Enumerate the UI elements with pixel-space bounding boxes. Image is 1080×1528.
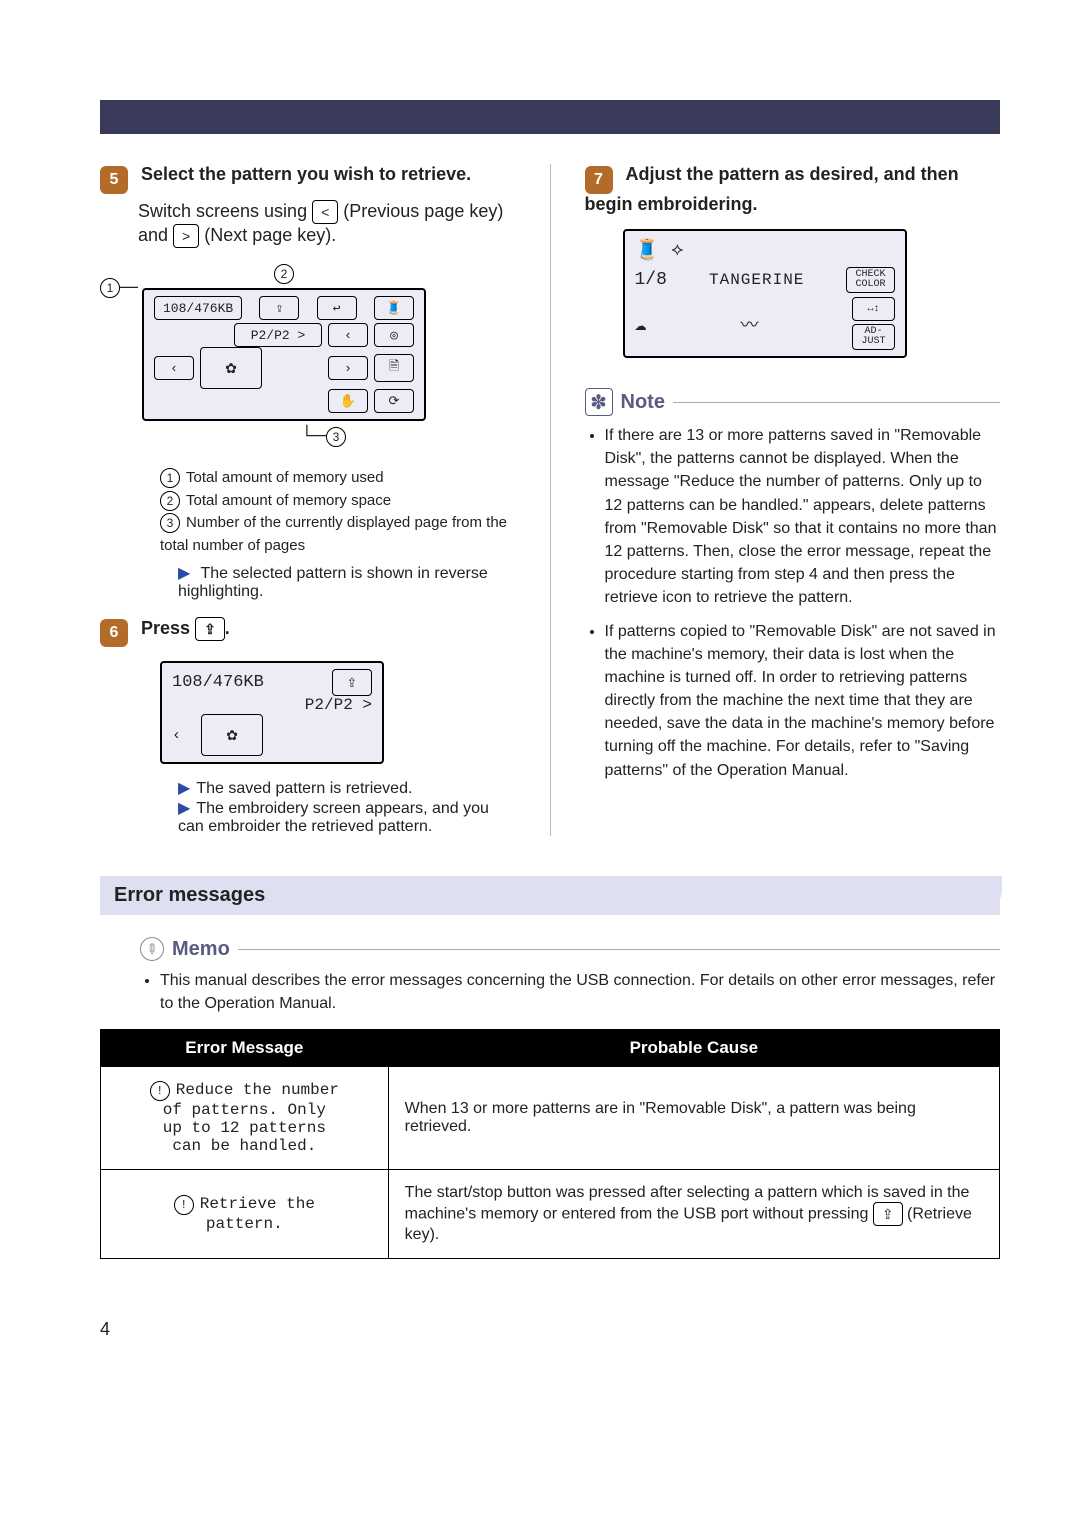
legend-3-icon: 3 [160,513,180,533]
error-cause-2: The start/stop button was pressed after … [388,1170,999,1259]
note-list: If there are 13 or more patterns saved i… [585,424,1001,782]
rotate-icon: ⟳ [374,389,414,413]
memory-icon: 🗎 [374,354,414,382]
legend-2: Total amount of memory space [186,492,391,509]
color-name: TANGERINE [709,271,804,289]
left-icon-2: ‹ [172,727,181,744]
memo-pencil-icon: ✎ [135,932,169,966]
error-th-cause: Probable Cause [388,1030,999,1067]
step5-lcd-figure: 2 108/476KB ⇪ ↩ 🧵 P2/P2 > ‹ [142,262,426,447]
error-cause-1: When 13 or more patterns are in "Removab… [388,1067,999,1170]
note-item-2: If patterns copied to "Removable Disk" a… [605,620,1001,782]
error-th-message: Error Message [101,1030,389,1067]
undo-icon: ↩ [317,296,357,320]
prev-key-desc: (Previous page key) [343,201,503,221]
memo-rule [238,949,1000,950]
page-number: 4 [100,1319,1000,1340]
prev-icon: ‹ [328,323,368,347]
table-row: !Reduce the number of patterns. Only up … [101,1067,1000,1170]
right-icon: › [328,356,368,380]
memo-text: This manual describes the error messages… [160,969,1000,1015]
retrieve-key-icon: ⇪ [195,617,225,641]
adjust-button: AD-JUST [852,324,894,350]
step5-body-prefix: Switch screens using [138,201,312,221]
step6-sub2: The embroidery screen appears, and you c… [178,800,489,835]
page-indicator-2: P2/P2 > [305,696,372,714]
color-swatch: ☁ [635,311,647,337]
step6-lcd-figure: 108/476KB ⇪ P2/P2 > ‹ ✿ [160,661,516,764]
legend-1: Total amount of memory used [186,469,384,486]
header-band [100,100,1000,134]
legend-1-icon: 1 [160,468,180,488]
step6-prefix: Press [141,618,195,638]
memory-readout: 108/476KB [154,296,242,320]
thread-spool-icon: ◎ [374,323,414,347]
pattern-thumbnail-2: ✿ [201,714,263,756]
error-messages-heading: Error messages [100,876,1000,915]
step-number-6: 6 [100,619,128,647]
error-table: Error Message Probable Cause !Reduce the… [100,1029,1000,1259]
memo-heading: Memo [172,938,230,961]
size-icon: ↔↕ [852,297,894,321]
table-row: !Retrieve the pattern. The start/stop bu… [101,1170,1000,1259]
step6-sub1: The saved pattern is retrieved. [196,780,412,797]
triangle-bullet-icon: ▶ [178,565,190,582]
retrieve-icon-2: ⇪ [332,669,372,696]
note-item-1: If there are 13 or more patterns saved i… [605,424,1001,610]
hand-icon: ✋ [328,389,368,413]
step7-lcd-figure: 🧵 ⟡ 1/8 TANGERINE CHECKCOLOR ☁ 〰 ↔↕ AD-J… [623,229,1001,358]
retrieve-icon: ⇪ [259,296,299,320]
note-heading: Note [621,391,665,414]
step7-title: Adjust the pattern as desired, and then … [585,164,959,214]
check-color-button: CHECKCOLOR [846,267,894,293]
pattern-thumbnail: ✿ [200,347,262,389]
memo-list: This manual describes the error messages… [140,969,1000,1015]
error-msg-1: !Reduce the number of patterns. Only up … [101,1067,389,1170]
step5-body-mid: and [138,225,173,245]
stitch-icon: 〰 [741,311,759,337]
retrieve-key-icon: ⇪ [873,1202,903,1226]
warning-icon: ! [150,1081,170,1101]
next-page-key-icon: > [173,224,199,248]
callout-3-icon: 3 [326,427,346,447]
triangle-bullet-icon: ▶ [178,800,190,817]
prev-page-key-icon: < [312,200,338,224]
thread-icon: 🧵 [374,296,414,320]
step5-sub: The selected pattern is shown in reverse… [178,565,488,600]
next-key-desc: (Next page key). [204,225,336,245]
step-number-5: 5 [100,166,128,194]
step6-suffix: . [225,618,230,638]
step5-title: Select the pattern you wish to retrieve. [141,164,471,184]
error-msg-2: !Retrieve the pattern. [101,1170,389,1259]
memory-readout-2: 108/476KB [172,673,264,692]
legend-3: Number of the currently displayed page f… [160,514,507,554]
left-icon: ‹ [154,356,194,380]
callout-2-icon: 2 [274,264,294,284]
page-indicator: P2/P2 > [234,323,322,347]
note-snowflake-icon: ✽ [585,388,613,416]
note-rule [673,402,1000,403]
step-fraction: 1/8 [635,270,667,290]
step-number-7: 7 [585,166,613,194]
warning-icon: ! [174,1195,194,1215]
thread-path-icon: ⟡ [671,240,683,261]
legend-2-icon: 2 [160,491,180,511]
presser-foot-icon: 🧵 [635,237,660,263]
triangle-bullet-icon: ▶ [178,780,190,797]
callout-1-icon: 1 [100,278,120,298]
